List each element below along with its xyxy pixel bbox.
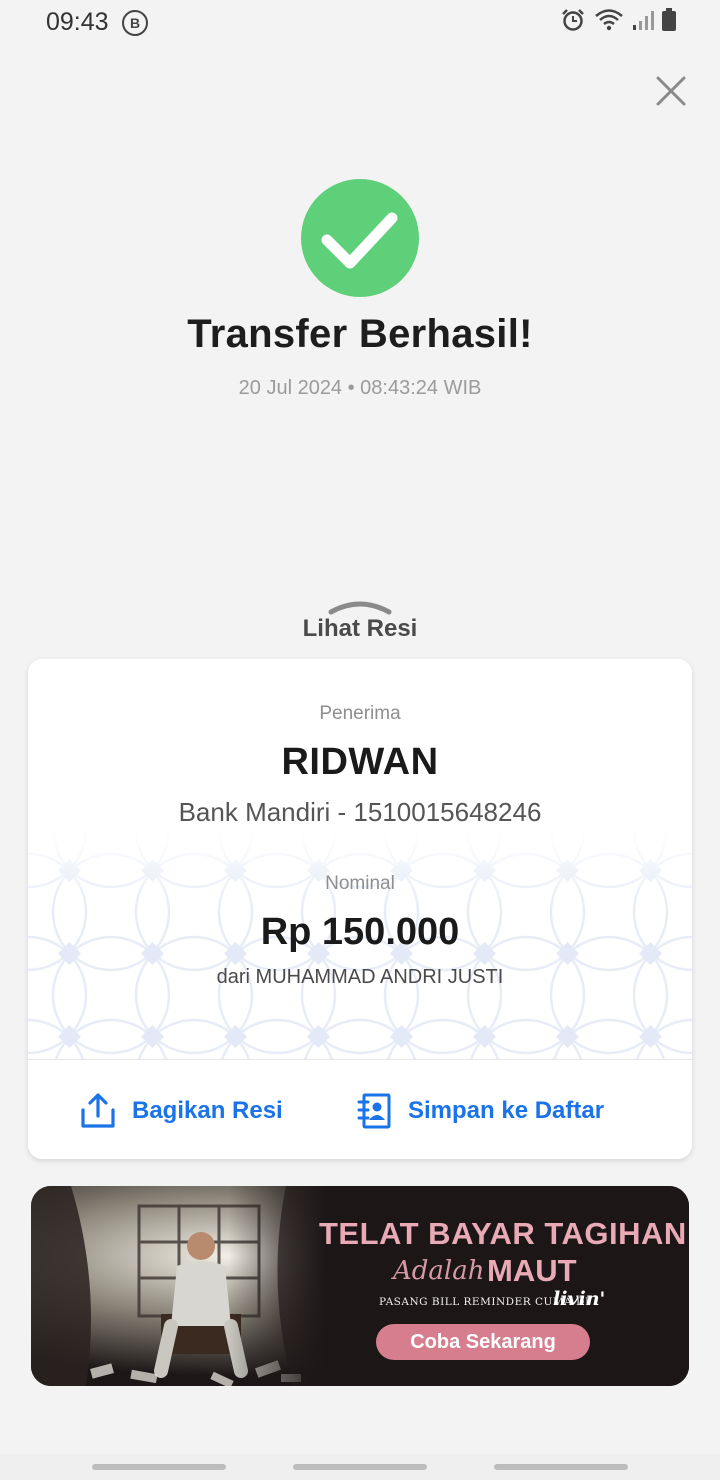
status-time: 09:43 [46,8,109,36]
nav-recents-button[interactable] [92,1464,226,1470]
share-receipt-button[interactable]: Bagikan Resi [80,1089,283,1133]
recipient-label: Penerima [319,703,401,724]
promo-banner[interactable]: TELAT BAYAR TAGIHAN Adalah MAUT PASANG B… [31,1186,689,1386]
close-icon[interactable] [652,72,690,110]
share-icon [81,1093,115,1128]
page-title: Transfer Berhasil! [187,312,533,356]
amount-label: Nominal [325,873,395,894]
system-navigation-bar [0,1454,720,1480]
success-check-icon [301,179,419,297]
share-receipt-label: Bagikan Resi [132,1097,283,1124]
recipient-name: RIDWAN [281,741,439,783]
divider [28,1059,692,1060]
business-badge-icon: B [122,10,148,36]
nav-home-button[interactable] [293,1464,427,1470]
banner-script-text: Adalah [393,1256,485,1286]
banner-emphasis: MAUT [487,1253,577,1288]
sender-name: dari MUHAMMAD ANDRI JUSTI [216,966,504,988]
chevron-up-icon[interactable] [328,598,392,616]
transfer-amount: Rp 150.000 [260,911,460,953]
recipient-bank-account: Bank Mandiri - 1510015648246 [178,797,542,827]
save-to-list-label: Simpan ke Daftar [408,1097,605,1124]
alarm-icon [562,9,584,31]
banner-cta-button[interactable]: Coba Sekarang [376,1324,590,1360]
status-bar: 09:43 B [0,0,720,44]
transfer-timestamp: 20 Jul 2024 • 08:43:24 WIB [238,377,482,399]
nav-back-button[interactable] [494,1464,628,1470]
livin-logo: livin' [553,1288,606,1310]
view-receipt-toggle[interactable]: Lihat Resi [0,615,720,643]
banner-title: TELAT BAYAR TAGIHAN [319,1216,687,1251]
status-icons [560,8,676,32]
receipt-card: Penerima RIDWAN Bank Mandiri - 151001564… [28,659,692,1159]
save-contact-icon [357,1093,391,1129]
signal-icon [633,11,654,30]
wifi-icon [595,9,623,31]
battery-icon [662,8,676,31]
save-to-list-button[interactable]: Simpan ke Daftar [356,1089,604,1133]
